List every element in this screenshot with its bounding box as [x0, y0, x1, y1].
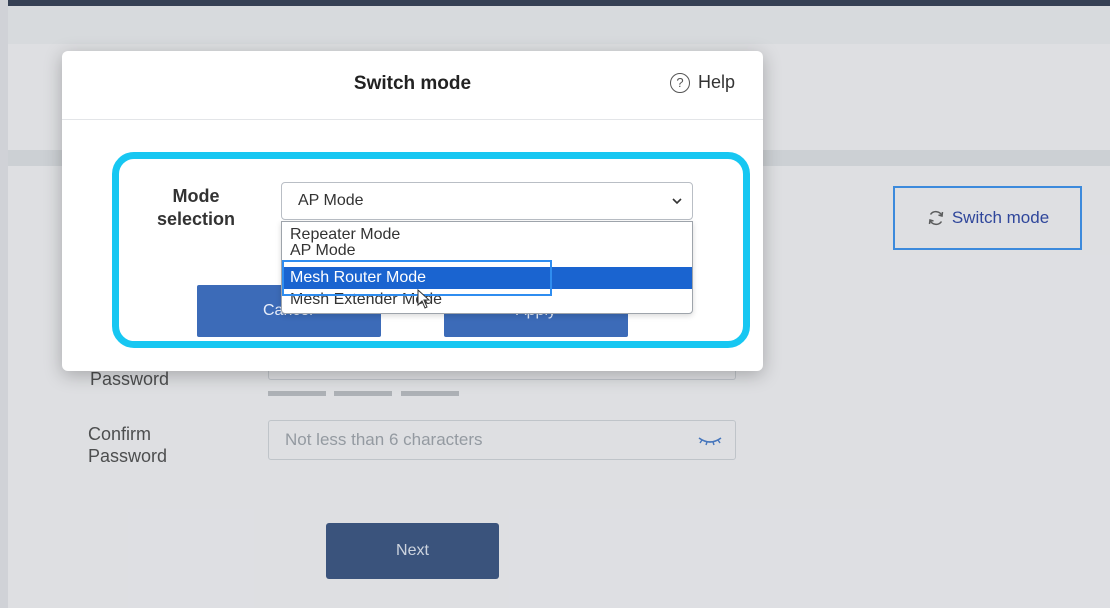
mode-select-value: AP Mode: [298, 192, 364, 209]
chevron-down-icon: [672, 198, 682, 205]
mode-label-line1: Mode: [172, 186, 220, 206]
mode-selection-label: Mode selection: [146, 185, 246, 231]
cursor-icon: [417, 289, 431, 309]
help-icon: ?: [670, 72, 690, 93]
dialog-title: Switch mode: [353, 73, 472, 94]
help-link[interactable]: ? Help: [670, 72, 735, 93]
mode-dropdown-list: Repeater Mode AP Mode Mesh Router Mode M…: [281, 221, 693, 314]
switch-mode-dialog: Switch mode ? Help Mode selection AP Mod…: [62, 51, 763, 371]
option-ap-mode[interactable]: AP Mode: [282, 242, 692, 260]
mode-label-line2: selection: [156, 209, 236, 229]
dialog-header: Switch mode ? Help: [62, 51, 763, 120]
mode-select[interactable]: AP Mode: [281, 182, 693, 220]
help-label: Help: [698, 72, 736, 92]
